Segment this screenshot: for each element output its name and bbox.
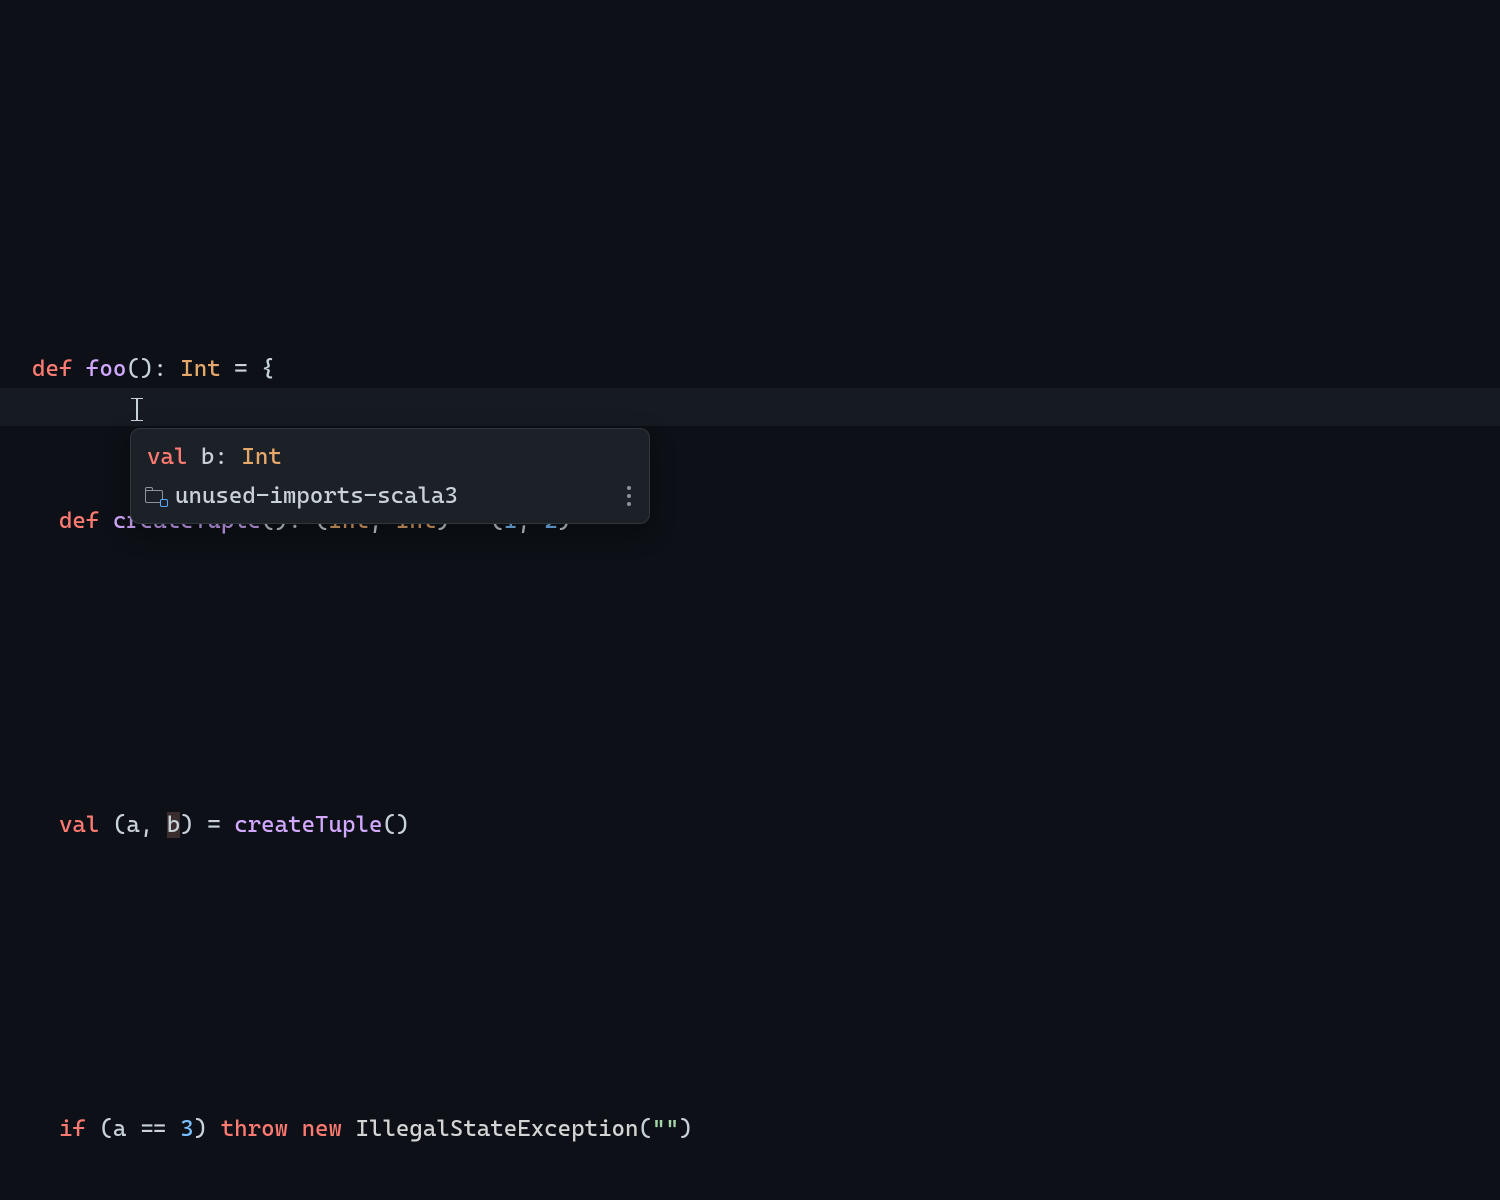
code-content: def foo(): Int = { def createTuple(): (I… (32, 274, 1500, 1200)
code-line: def foo(): Int = { (32, 350, 1500, 388)
more-options-button[interactable] (623, 482, 635, 510)
keyword-def: def (32, 356, 72, 382)
code-line: val (a, b) = createTuple() (32, 806, 1500, 844)
code-line-blank (32, 654, 1500, 692)
folder-icon (145, 488, 165, 504)
hover-tooltip: val b: Int unused-imports-scala3 (130, 428, 650, 524)
code-line-blank (32, 958, 1500, 996)
type-int: Int (180, 356, 220, 382)
keyword-if: if (59, 1116, 86, 1142)
keyword-new: new (302, 1116, 342, 1142)
keyword-throw: throw (221, 1116, 288, 1142)
function-name: foo (86, 356, 126, 382)
highlighted-occurrence: b (167, 812, 180, 838)
tooltip-signature: val b: Int (145, 439, 635, 475)
keyword-def: def (59, 508, 99, 534)
class-name: IllegalStateException (356, 1116, 639, 1142)
keyword-val: val (59, 812, 99, 838)
tooltip-module: unused-imports-scala3 (145, 477, 458, 515)
module-name: unused-imports-scala3 (175, 477, 458, 515)
code-line: if (a == 3) throw new IllegalStateExcept… (32, 1110, 1500, 1148)
code-editor[interactable]: def foo(): Int = { def createTuple(): (I… (0, 0, 1500, 1200)
